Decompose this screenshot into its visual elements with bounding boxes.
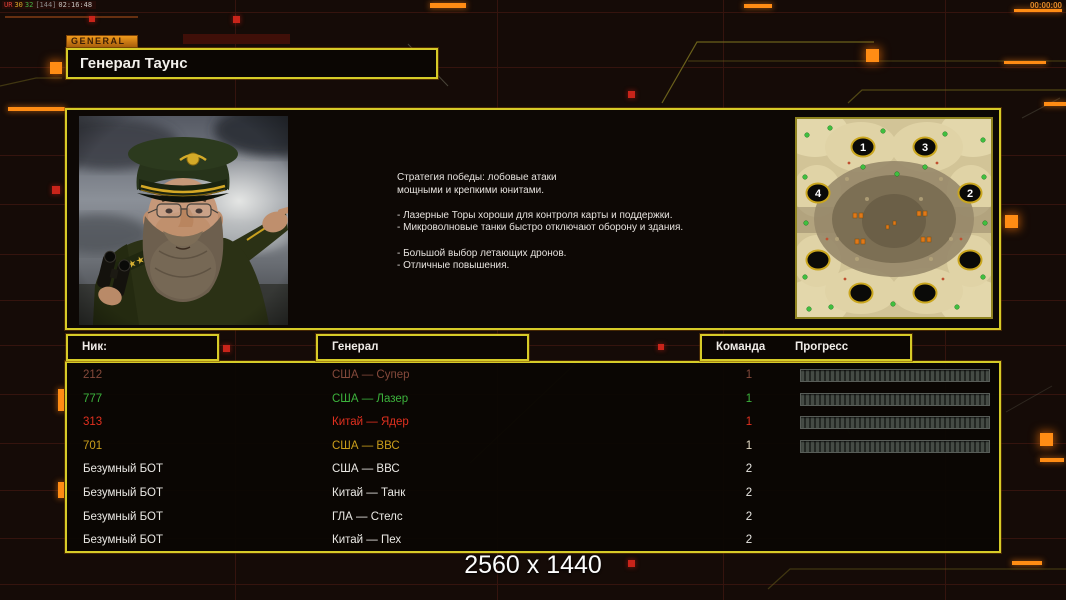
map-start-position-label: 1 [860, 142, 866, 154]
deco-square [233, 16, 240, 23]
player-general: Китай — Танк [332, 482, 405, 506]
player-row: 313 Китай — Ядер 1 [67, 411, 999, 435]
deco-square [628, 91, 635, 98]
player-nick: 313 [83, 411, 102, 435]
map-start-position-label: 2 [967, 188, 973, 200]
player-row: Безумный БОТ ГЛА — Стелс 2 [67, 506, 999, 530]
player-nick: 777 [83, 388, 102, 412]
player-team: 1 [735, 435, 763, 459]
stats-value: 32 [25, 1, 33, 9]
column-header-progress: Прогресс [795, 336, 848, 359]
map-preview: 1 3 4 2 [795, 117, 993, 319]
deco-bar [1004, 61, 1046, 64]
general-name: Генерал Таунс [80, 55, 188, 72]
deco-square [658, 344, 664, 350]
deco-bar [58, 389, 64, 411]
player-general: США — Лазер [332, 388, 408, 412]
player-row: 212 США — Супер 1 [67, 364, 999, 388]
column-header-team-progress: Команда Прогресс [700, 334, 912, 361]
map-image: 1 3 4 2 [797, 119, 991, 317]
deco-square [1040, 433, 1053, 446]
stats-label: UR [4, 1, 12, 9]
player-general: США — ВВС [332, 435, 400, 459]
player-row: Безумный БОТ США — ВВС 2 [67, 458, 999, 482]
deco-bar [58, 482, 64, 498]
player-nick: Безумный БОТ [83, 529, 163, 553]
portrait-image: ★★★★ [79, 116, 288, 325]
player-row: Безумный БОТ Китай — Танк 2 [67, 482, 999, 506]
deco-bar [1040, 458, 1064, 462]
progress-bar [800, 393, 990, 406]
player-team: 1 [735, 388, 763, 412]
player-general: США — ВВС [332, 458, 400, 482]
deco-bar [1044, 102, 1066, 106]
player-row: Безумный БОТ Китай — Пех 2 [67, 529, 999, 553]
player-nick: Безумный БОТ [83, 458, 163, 482]
deco-square [52, 186, 60, 194]
general-tab: GENERAL [66, 35, 138, 48]
deco-bar [744, 4, 772, 8]
resolution-label: 2560 x 1440 [0, 551, 1066, 580]
match-timer: 00:00:00 [1030, 1, 1062, 10]
player-general: Китай — Пех [332, 529, 401, 553]
general-info-panel: ★★★★ [65, 108, 1001, 330]
stats-overlay: UR3032[144]02:16:48 [2, 1, 96, 9]
column-header-general: Генерал [316, 334, 529, 361]
player-team: 1 [735, 364, 763, 388]
player-row: 777 США — Лазер 1 [67, 388, 999, 412]
deco-square [223, 345, 230, 352]
player-team: 1 [735, 411, 763, 435]
progress-bar [800, 416, 990, 429]
player-nick: Безумный БОТ [83, 482, 163, 506]
player-general: ГЛА — Стелс [332, 506, 403, 530]
column-header-nick: Ник: [66, 334, 219, 361]
player-nick: 212 [83, 364, 102, 388]
stats-value: 30 [14, 1, 22, 9]
deco-square [1005, 215, 1018, 228]
progress-bar [800, 369, 990, 382]
player-team: 2 [735, 482, 763, 506]
general-portrait: ★★★★ [79, 116, 288, 325]
stats-time: 02:16:48 [58, 1, 92, 9]
deco-square [866, 49, 879, 62]
player-team: 2 [735, 529, 763, 553]
loading-screen: UR3032[144]02:16:48 00:00:00 GENERAL Ген… [0, 0, 1066, 600]
progress-bar [800, 440, 990, 453]
players-table: 212 США — Супер 1 777 США — Лазер 1 313 … [65, 361, 1001, 553]
strategy-text: Стратегия победы: лобовые атаки мощными … [397, 172, 747, 273]
deco-bar [8, 107, 65, 111]
player-row: 701 США — ВВС 1 [67, 435, 999, 459]
column-header-team: Команда [716, 336, 765, 359]
player-nick: Безумный БОТ [83, 506, 163, 530]
player-team: 2 [735, 506, 763, 530]
deco-square [50, 62, 62, 74]
stats-value: [144] [35, 1, 56, 9]
player-nick: 701 [83, 435, 102, 459]
general-title-box: Генерал Таунс [66, 48, 438, 79]
map-start-position-label: 4 [815, 188, 822, 200]
player-general: Китай — Ядер [332, 411, 409, 435]
map-start-position-label: 3 [922, 142, 928, 154]
player-team: 2 [735, 458, 763, 482]
deco-bar [430, 3, 466, 8]
player-general: США — Супер [332, 364, 409, 388]
deco-square [89, 16, 95, 22]
